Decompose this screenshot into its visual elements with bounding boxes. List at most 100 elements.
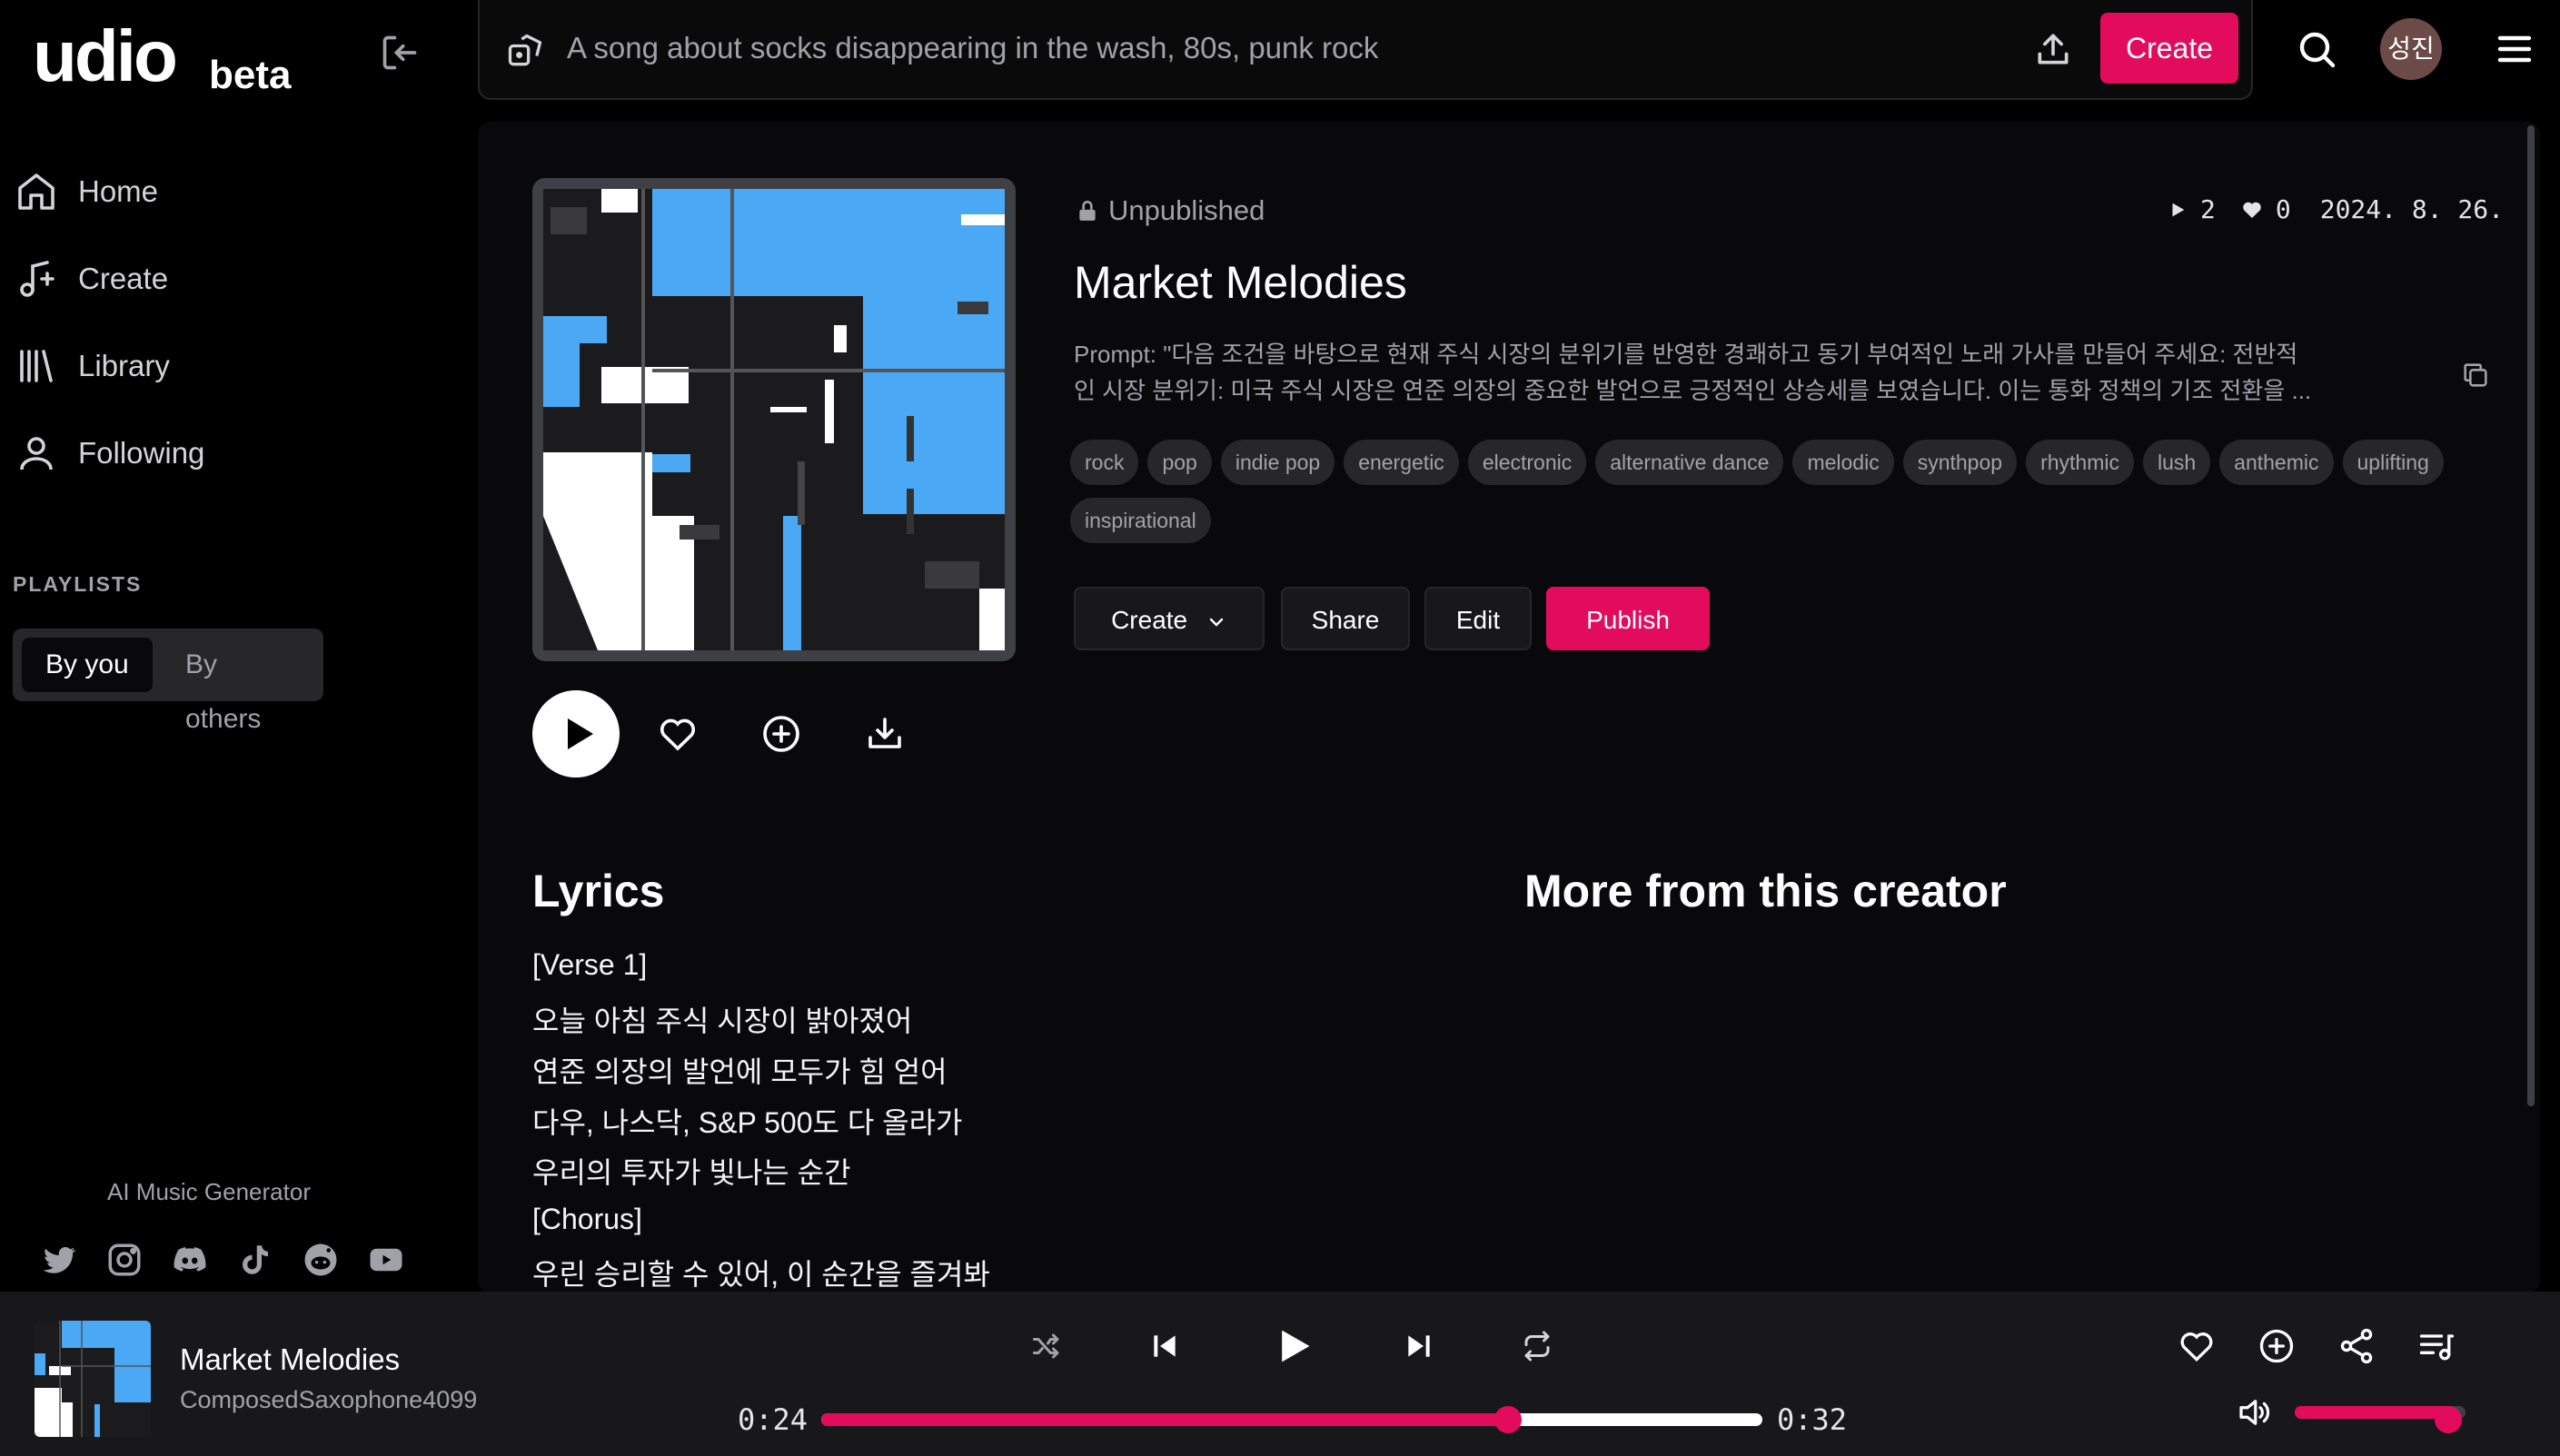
tag-chip[interactable]: anthemic <box>2219 440 2334 485</box>
share-button[interactable]: Share <box>1281 587 1410 650</box>
play-button[interactable] <box>532 690 620 778</box>
play-count-icon <box>2168 199 2188 221</box>
lyrics-line: 우리의 투자가 빛나는 순간 <box>532 1156 851 1189</box>
plus-circle-icon <box>763 716 799 752</box>
tag-chip[interactable]: rock <box>1070 440 1139 485</box>
lyrics-line: [Verse 1] <box>532 948 648 981</box>
sidebar-item-home[interactable]: Home <box>15 160 158 223</box>
tag-chip[interactable]: indie pop <box>1220 440 1335 485</box>
copy-icon[interactable] <box>2460 360 2491 391</box>
sidebar-item-following[interactable]: Following <box>15 421 204 485</box>
user-icon <box>15 431 58 475</box>
player-add-icon[interactable] <box>2257 1326 2297 1366</box>
tag-chip[interactable]: rhythmic <box>2026 440 2134 485</box>
edit-button[interactable]: Edit <box>1424 587 1532 650</box>
player-artist[interactable]: ComposedSaxophone4099 <box>180 1386 477 1414</box>
menu-icon[interactable] <box>2493 27 2536 71</box>
player-song-title[interactable]: Market Melodies <box>180 1342 400 1377</box>
collapse-sidebar-icon[interactable] <box>380 33 420 73</box>
volume-icon[interactable] <box>2235 1393 2273 1431</box>
tag-chip[interactable]: lush <box>2142 440 2211 485</box>
song-stats: 2 0 2024. 8. 26. <box>2168 194 2504 224</box>
sidebar-item-library[interactable]: Library <box>15 334 170 398</box>
music-plus-icon <box>15 257 58 301</box>
tag-chip[interactable]: pop <box>1147 440 1212 485</box>
tag-chip[interactable]: melodic <box>1792 440 1894 485</box>
prompt-line: 인 시장 분위기: 미국 주식 시장은 연준 의장의 중요한 발언으로 긍정적인… <box>1074 377 2312 404</box>
instagram-icon[interactable] <box>105 1241 144 1279</box>
prompt-input[interactable]: A song about socks disappearing in the w… <box>567 31 1378 65</box>
playlist-filter-toggle: By you By others <box>13 629 323 734</box>
twitter-icon[interactable] <box>40 1241 78 1279</box>
repeat-icon[interactable] <box>1521 1330 1553 1362</box>
sidebar-item-label: Home <box>78 174 159 208</box>
total-time: 0:32 <box>1777 1402 1848 1437</box>
beta-badge: beta <box>209 53 292 97</box>
play-count: 2 <box>2200 194 2216 224</box>
cover-art[interactable] <box>532 178 1016 661</box>
publish-status: Unpublished <box>1076 194 1265 227</box>
progress-bar[interactable] <box>821 1413 1762 1426</box>
lyrics-line: 다우, 나스닥, S&P 500도 다 올라가 <box>532 1106 963 1139</box>
by-others-tab[interactable]: By others <box>162 638 323 734</box>
lyrics-heading: Lyrics <box>532 866 665 916</box>
chevron-down-icon <box>1206 611 1227 633</box>
tag-chip[interactable]: uplifting <box>2342 440 2444 485</box>
volume-handle[interactable] <box>2435 1406 2463 1433</box>
player-play-icon[interactable] <box>1268 1322 1315 1370</box>
upload-icon[interactable] <box>2033 29 2073 69</box>
lyrics-line: 오늘 아침 주식 시장이 밝아졌어 <box>532 1005 913 1037</box>
tiktok-icon[interactable] <box>236 1241 274 1279</box>
publish-button[interactable]: Publish <box>1546 587 1710 650</box>
dice-icon[interactable] <box>505 31 545 71</box>
shuffle-icon[interactable] <box>1030 1330 1063 1362</box>
discord-icon[interactable] <box>171 1241 209 1279</box>
player-share-icon[interactable] <box>2337 1326 2376 1366</box>
song-date: 2024. 8. 26. <box>2319 194 2505 224</box>
playlists-label: PLAYLISTS <box>13 572 143 596</box>
prompt-line: Prompt: "다음 조건을 바탕으로 현재 주식 시장의 분위기를 반영한 … <box>1074 341 2298 368</box>
download-icon <box>868 718 901 748</box>
sidebar-item-label: Following <box>78 436 205 470</box>
song-title: Market Melodies <box>1074 257 1407 308</box>
tag-chip[interactable]: inspirational <box>1070 498 1211 543</box>
song-prompt: Prompt: "다음 조건을 바탕으로 현재 주식 시장의 분위기를 반영한 … <box>1074 336 2436 409</box>
create-button[interactable]: Create <box>2100 13 2238 84</box>
youtube-icon[interactable] <box>367 1241 405 1279</box>
sidebar-item-create[interactable]: Create <box>15 247 168 311</box>
download-button[interactable] <box>863 712 907 756</box>
tagline: AI Music Generator <box>107 1178 311 1205</box>
scrollbar[interactable] <box>2527 125 2535 1106</box>
elapsed-time: 0:24 <box>738 1402 809 1437</box>
queue-icon[interactable] <box>2416 1326 2456 1366</box>
heart-icon <box>660 718 695 751</box>
tag-list: rock pop indie pop energetic electronic … <box>1070 440 2496 543</box>
lyrics-line: [Chorus] <box>532 1203 642 1235</box>
create-dropdown-label: Create <box>1111 606 1188 634</box>
create-dropdown-button[interactable]: Create <box>1074 587 1265 650</box>
more-from-creator-heading: More from this creator <box>1524 866 2007 916</box>
like-button[interactable] <box>656 712 700 756</box>
next-icon[interactable] <box>1401 1328 1437 1364</box>
tag-chip[interactable]: electronic <box>1467 440 1587 485</box>
player-like-icon[interactable] <box>2177 1326 2217 1366</box>
tag-chip[interactable]: synthpop <box>1902 440 2018 485</box>
library-icon <box>15 344 58 388</box>
previous-icon[interactable] <box>1146 1328 1183 1364</box>
search-icon[interactable] <box>2295 27 2338 71</box>
tag-chip[interactable]: alternative dance <box>1595 440 1784 485</box>
home-icon <box>15 170 58 213</box>
sidebar-item-label: Create <box>78 262 169 295</box>
add-to-playlist-button[interactable] <box>759 712 803 756</box>
like-count-icon <box>2241 199 2263 221</box>
tag-chip[interactable]: energetic <box>1344 440 1459 485</box>
udio-logo[interactable]: udio <box>33 15 178 98</box>
avatar[interactable]: 성진 <box>2380 18 2442 80</box>
lock-icon <box>1076 197 1099 224</box>
reddit-icon[interactable] <box>302 1241 340 1279</box>
lyrics-line: 연준 의장의 발언에 모두가 힘 얻어 <box>532 1055 948 1088</box>
sidebar-item-label: Library <box>78 349 170 382</box>
by-you-tab[interactable]: By you <box>22 638 153 692</box>
play-icon <box>568 718 593 749</box>
player-cover-art[interactable] <box>35 1321 151 1437</box>
